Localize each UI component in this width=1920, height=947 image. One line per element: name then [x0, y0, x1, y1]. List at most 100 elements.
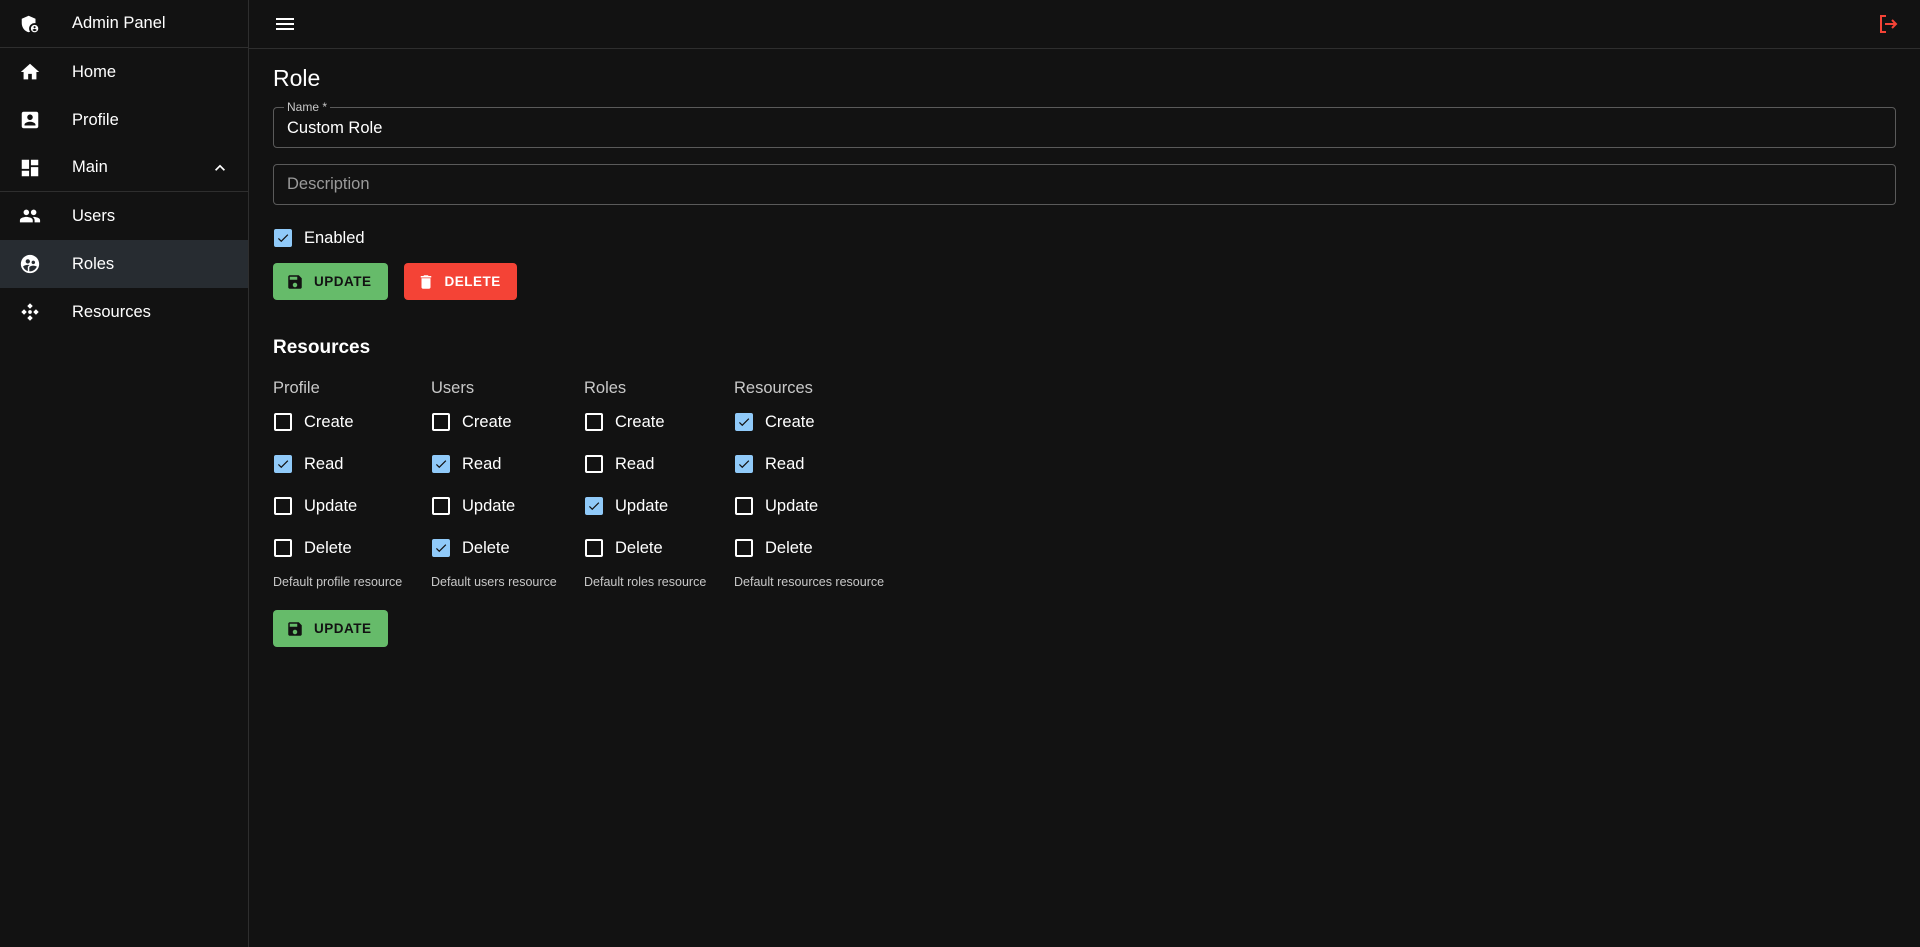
resource-column-title: Roles [584, 379, 627, 397]
resources-update-button[interactable]: Update [273, 610, 388, 647]
dashboard-icon [18, 156, 42, 180]
permission-update-row[interactable]: Update [584, 485, 734, 527]
sidebar-item-label: Profile [72, 110, 119, 129]
admin-shield-icon [18, 12, 42, 36]
delete-button-label: Delete [444, 274, 501, 289]
resource-column-resources: Resources Create Read Update Delete Default r… [734, 377, 894, 591]
permission-delete-row[interactable]: Delete [584, 527, 734, 569]
sidebar-item-label: Home [72, 62, 117, 81]
resources-icon [18, 300, 42, 324]
permission-checkbox[interactable] [585, 539, 603, 557]
description-field[interactable] [273, 164, 1896, 205]
permission-checkbox[interactable] [432, 455, 450, 473]
sidebar-item-label: Users [72, 206, 116, 225]
permission-create-row[interactable]: Create [734, 401, 894, 443]
permission-checkbox[interactable] [432, 413, 450, 431]
role-form: Role Name * Custom Role Enabled Update [249, 49, 1920, 647]
logout-button[interactable] [1874, 10, 1902, 38]
permission-delete-row[interactable]: Delete [431, 527, 584, 569]
permission-label: Update [462, 496, 516, 515]
page-title: Role [273, 65, 321, 91]
trash-icon [420, 274, 431, 289]
permission-delete-row[interactable]: Delete [273, 527, 431, 569]
logout-icon [1880, 15, 1898, 33]
permission-checkbox[interactable] [432, 497, 450, 515]
permission-delete-row[interactable]: Delete [734, 527, 894, 569]
resources-update-label: Update [314, 621, 372, 636]
permission-checkbox[interactable] [735, 455, 753, 473]
permission-label: Create [615, 412, 665, 431]
permission-checkbox[interactable] [585, 413, 603, 431]
sidebar-item-roles[interactable]: Roles [0, 240, 248, 288]
app: Admin Panel Home Profile Main Users Role… [0, 0, 1920, 947]
delete-button[interactable]: Delete [403, 263, 517, 300]
permission-create-row[interactable]: Create [273, 401, 431, 443]
permission-create-row[interactable]: Create [584, 401, 734, 443]
resource-help-text: Default users resource [431, 575, 557, 589]
permission-checkbox[interactable] [274, 413, 292, 431]
main-area: Role Name * Custom Role Enabled Update [249, 0, 1920, 947]
permission-checkbox[interactable] [274, 455, 292, 473]
resource-column-title: Users [431, 379, 475, 397]
enabled-label: Enabled [304, 228, 365, 247]
menu-button[interactable] [271, 10, 299, 38]
permission-update-row[interactable]: Update [734, 485, 894, 527]
resource-column-roles: Roles Create Read Update Delete Default roles… [584, 377, 734, 591]
permission-checkbox[interactable] [585, 497, 603, 515]
permission-label: Delete [304, 538, 352, 557]
sidebar-header: Admin Panel [0, 0, 248, 48]
topbar [249, 0, 1920, 49]
permission-checkbox[interactable] [274, 539, 292, 557]
sidebar-item-label: Roles [72, 254, 115, 273]
permission-label: Read [304, 454, 344, 473]
permission-checkbox[interactable] [274, 497, 292, 515]
permission-update-row[interactable]: Update [273, 485, 431, 527]
permission-label: Delete [615, 538, 663, 557]
permission-read-row[interactable]: Read [273, 443, 431, 485]
permission-label: Create [765, 412, 815, 431]
permission-read-row[interactable]: Read [431, 443, 584, 485]
permission-checkbox[interactable] [735, 539, 753, 557]
permission-label: Create [462, 412, 512, 431]
permission-label: Read [462, 454, 502, 473]
sidebar-header-label: Admin Panel [72, 14, 166, 32]
enabled-checkbox-row[interactable]: Enabled [273, 217, 1896, 259]
users-icon [18, 204, 42, 228]
resource-column-users: Users Create Read Update Delete Default users… [431, 377, 584, 591]
sidebar-item-label: Resources [72, 302, 151, 321]
name-field-label: Name * [284, 100, 331, 114]
resource-column-title: Profile [273, 379, 320, 397]
permission-label: Create [304, 412, 354, 431]
permission-update-row[interactable]: Update [431, 485, 584, 527]
resource-help-text: Default roles resource [584, 575, 707, 589]
sidebar-item-users[interactable]: Users [0, 192, 248, 240]
sidebar-item-home[interactable]: Home [0, 48, 248, 96]
home-icon [18, 60, 42, 84]
name-field[interactable]: Name * Custom Role [273, 100, 1896, 148]
permission-label: Read [615, 454, 655, 473]
permission-checkbox[interactable] [735, 497, 753, 515]
resource-help-text: Default profile resource [273, 575, 403, 589]
permission-checkbox[interactable] [735, 413, 753, 431]
permission-create-row[interactable]: Create [431, 401, 584, 443]
resource-column-profile: Profile Create Read Update Delete Default pro… [273, 377, 431, 591]
permission-checkbox[interactable] [585, 455, 603, 473]
enabled-checkbox[interactable] [274, 229, 292, 247]
menu-icon [276, 18, 294, 30]
permission-read-row[interactable]: Read [584, 443, 734, 485]
name-field-value: Custom Role [287, 119, 383, 137]
sidebar-item-main[interactable]: Main [0, 144, 248, 192]
sidebar-item-profile[interactable]: Profile [0, 96, 248, 144]
resource-help-text: Default resources resource [734, 575, 885, 589]
permission-checkbox[interactable] [432, 539, 450, 557]
description-input[interactable] [274, 165, 1895, 204]
permission-label: Read [765, 454, 805, 473]
sidebar-item-resources[interactable]: Resources [0, 288, 248, 336]
role-actions: Update Delete [273, 263, 1896, 300]
roles-icon [18, 252, 42, 276]
permission-read-row[interactable]: Read [734, 443, 894, 485]
permission-label: Delete [765, 538, 813, 557]
resource-column-title: Resources [734, 379, 813, 397]
update-button[interactable]: Update [273, 263, 388, 300]
update-button-label: Update [314, 274, 372, 289]
